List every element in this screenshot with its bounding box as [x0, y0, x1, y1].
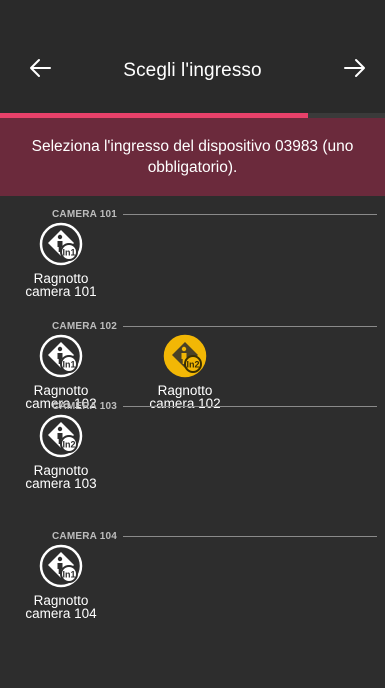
section-divider [122, 325, 377, 327]
section-header: CAMERA 102 [0, 318, 385, 334]
instruction-banner: Seleziona l'ingresso del dispositivo 039… [0, 118, 385, 196]
instruction-text: Seleziona l'ingresso del dispositivo 039… [31, 138, 354, 176]
input-label: Ragnotto camera 101 [6, 272, 116, 299]
input-items: In1 Ragnotto camera 101 [0, 222, 385, 305]
page-title: Scegli l'ingresso [123, 60, 262, 81]
section-header: CAMERA 104 [0, 528, 385, 544]
section-divider [122, 213, 377, 215]
section-divider [122, 405, 377, 407]
camera-section: CAMERA 103 In2 Ragnotto camera 103 [0, 398, 385, 497]
section-label: CAMERA 101 [52, 208, 117, 220]
section-header: CAMERA 101 [0, 206, 385, 222]
person-sensor-icon: In1 [39, 544, 83, 588]
input-item[interactable]: In2 Ragnotto camera 103 [6, 414, 116, 490]
person-sensor-icon: In1 [39, 334, 83, 378]
input-badge: In1 [62, 360, 75, 370]
input-badge: In1 [62, 248, 75, 258]
input-item[interactable]: In1 Ragnotto camera 101 [6, 222, 116, 298]
input-items: In1 Ragnotto camera 104 [0, 544, 385, 627]
section-divider [122, 535, 377, 537]
section-label: CAMERA 103 [52, 400, 117, 412]
person-sensor-icon: In2 [39, 414, 83, 458]
top-bar: Scegli l'ingresso [0, 0, 385, 118]
input-label: Ragnotto camera 103 [6, 464, 116, 491]
input-badge: In2 [62, 440, 75, 450]
input-badge: In2 [186, 360, 199, 370]
next-button[interactable] [341, 54, 369, 82]
person-sensor-icon: In2 [163, 334, 207, 378]
input-label-line2: camera 104 [25, 606, 97, 621]
input-items: In2 Ragnotto camera 103 [0, 414, 385, 497]
section-header: CAMERA 103 [0, 398, 385, 414]
input-item[interactable]: In1 Ragnotto camera 104 [6, 544, 116, 620]
camera-section: CAMERA 101 In1 Ragnotto camera 101 [0, 206, 385, 305]
person-sensor-icon: In1 [39, 222, 83, 266]
section-label: CAMERA 102 [52, 320, 117, 332]
input-label: Ragnotto camera 104 [6, 594, 116, 621]
camera-section: CAMERA 104 In1 Ragnotto camera 104 [0, 528, 385, 627]
input-label-line2: camera 101 [25, 284, 97, 299]
section-label: CAMERA 104 [52, 530, 117, 542]
arrow-right-icon [344, 59, 365, 77]
input-label-line2: camera 103 [25, 476, 97, 491]
input-badge: In1 [62, 570, 75, 580]
